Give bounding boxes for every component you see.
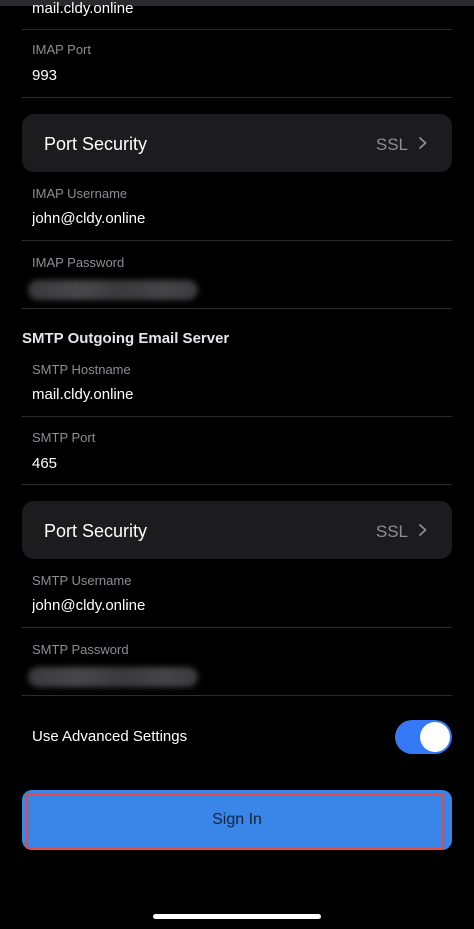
imap-hostname-field[interactable]	[22, 0, 452, 30]
imap-port-security-cell[interactable]: Port Security SSL	[22, 114, 452, 172]
smtp-password-label: SMTP Password	[32, 642, 129, 657]
smtp-port-security-value: SSL	[375, 522, 408, 541]
smtp-username-input[interactable]	[32, 597, 432, 614]
advanced-settings-label: Use Advanced Settings	[32, 728, 188, 745]
imap-password-field[interactable]: IMAP Password	[22, 240, 452, 309]
smtp-password-obscured-value[interactable]	[28, 667, 198, 687]
home-indicator[interactable]	[153, 914, 321, 919]
smtp-hostname-field[interactable]: SMTP Hostname	[22, 348, 452, 417]
smtp-password-field[interactable]: SMTP Password	[22, 627, 452, 696]
smtp-port-security-cell[interactable]: Port Security SSL	[22, 501, 452, 559]
imap-port-label: IMAP Port	[32, 42, 92, 57]
imap-username-label: IMAP Username	[32, 186, 128, 201]
smtp-port-field[interactable]: SMTP Port	[22, 416, 452, 485]
chevron-right-icon	[419, 524, 427, 536]
smtp-username-label: SMTP Username	[32, 573, 132, 588]
chevron-right-icon	[419, 137, 427, 149]
smtp-username-field[interactable]: SMTP Username	[22, 559, 452, 628]
smtp-hostname-input[interactable]	[32, 386, 432, 403]
smtp-port-input[interactable]	[32, 455, 432, 472]
imap-username-field[interactable]: IMAP Username	[22, 172, 452, 241]
imap-hostname-input[interactable]	[32, 0, 432, 18]
imap-password-obscured-value[interactable]	[28, 280, 198, 300]
imap-username-input[interactable]	[32, 210, 432, 227]
imap-port-security-label: Port Security	[44, 134, 148, 154]
advanced-settings-toggle[interactable]	[395, 720, 452, 754]
imap-port-input[interactable]	[32, 67, 432, 84]
sign-in-button[interactable]: Sign In	[22, 790, 452, 850]
smtp-port-security-label: Port Security	[44, 521, 148, 541]
imap-port-field[interactable]: IMAP Port	[22, 29, 452, 98]
smtp-hostname-label: SMTP Hostname	[32, 362, 131, 377]
smtp-section-title: SMTP Outgoing Email Server	[22, 330, 230, 347]
toggle-knob	[420, 722, 450, 752]
sign-in-label: Sign In	[212, 811, 262, 828]
email-server-settings-screen: IMAP Port Port Security SSL IMAP Usernam…	[0, 0, 474, 929]
smtp-port-label: SMTP Port	[32, 430, 96, 445]
imap-port-security-value: SSL	[375, 135, 408, 154]
imap-password-label: IMAP Password	[32, 255, 125, 270]
